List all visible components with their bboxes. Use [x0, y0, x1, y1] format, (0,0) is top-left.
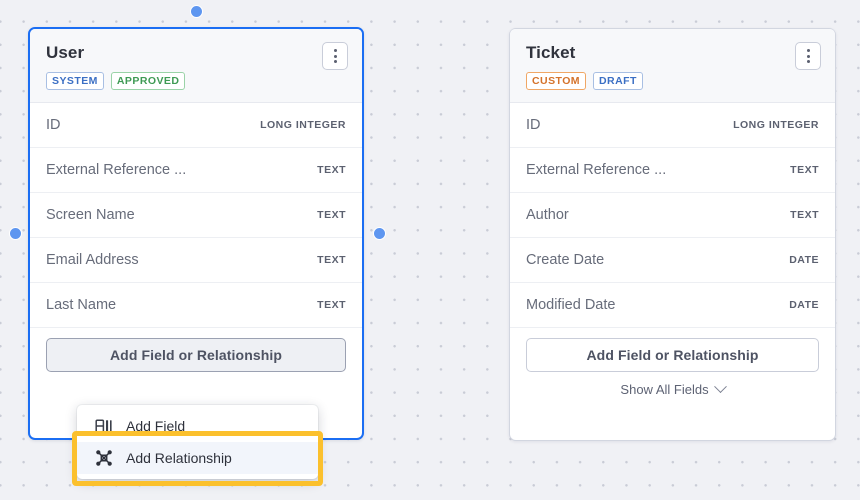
- status-badge-system: SYSTEM: [46, 72, 104, 90]
- field-type: TEXT: [317, 254, 346, 266]
- field-row[interactable]: Screen Name TEXT: [30, 193, 362, 238]
- field-type: TEXT: [317, 209, 346, 221]
- field-name: Screen Name: [46, 206, 135, 223]
- field-type: LONG INTEGER: [260, 119, 346, 131]
- field-row[interactable]: Email Address TEXT: [30, 238, 362, 283]
- field-row[interactable]: Author TEXT: [510, 193, 835, 238]
- field-type: TEXT: [790, 209, 819, 221]
- card-footer-ticket: Add Field or Relationship Show All Field…: [510, 328, 835, 397]
- field-type: DATE: [789, 299, 819, 311]
- card-header-ticket: Ticket CUSTOM DRAFT: [510, 29, 835, 103]
- kebab-dot-icon: [806, 60, 810, 63]
- kebab-menu-button-ticket[interactable]: [795, 42, 821, 70]
- show-all-fields-label: Show All Fields: [620, 382, 709, 397]
- kebab-dot-icon: [333, 60, 337, 63]
- menu-item-label: Add Field: [126, 418, 186, 434]
- connection-handle-top[interactable]: [190, 5, 203, 18]
- page-title: User: [46, 43, 85, 62]
- status-badge-draft: DRAFT: [593, 72, 643, 90]
- table-column-icon: [95, 419, 112, 433]
- status-badge-approved: APPROVED: [110, 72, 186, 90]
- field-type: DATE: [789, 254, 819, 266]
- card-footer-user: Add Field or Relationship: [30, 328, 362, 372]
- field-row[interactable]: External Reference ... TEXT: [30, 148, 362, 193]
- field-row[interactable]: Last Name TEXT: [30, 283, 362, 328]
- field-row[interactable]: External Reference ... TEXT: [510, 148, 835, 193]
- field-name: Modified Date: [526, 296, 616, 313]
- add-field-or-relationship-button-user[interactable]: Add Field or Relationship: [46, 338, 346, 372]
- entity-card-ticket[interactable]: Ticket CUSTOM DRAFT ID LONG INTEGER Exte…: [509, 28, 836, 441]
- kebab-menu-button-user[interactable]: [322, 42, 348, 70]
- field-type: TEXT: [317, 299, 346, 311]
- field-row[interactable]: ID LONG INTEGER: [30, 103, 362, 148]
- badge-group-ticket: CUSTOM DRAFT: [526, 72, 819, 90]
- kebab-dot-icon: [806, 49, 810, 52]
- status-badge-custom: CUSTOM: [526, 72, 587, 90]
- field-list-ticket: ID LONG INTEGER External Reference ... T…: [510, 103, 835, 328]
- node-graph-icon: [96, 450, 112, 466]
- field-type: LONG INTEGER: [733, 119, 819, 131]
- field-name: External Reference ...: [526, 161, 667, 178]
- field-row[interactable]: Create Date DATE: [510, 238, 835, 283]
- menu-item-add-field[interactable]: Add Field: [77, 410, 318, 442]
- field-list-user: ID LONG INTEGER External Reference ... T…: [30, 103, 362, 328]
- field-name: ID: [526, 116, 541, 133]
- field-name: ID: [46, 116, 61, 133]
- kebab-dot-icon: [333, 54, 337, 58]
- kebab-dot-icon: [806, 54, 810, 58]
- badge-group-user: SYSTEM APPROVED: [46, 72, 346, 90]
- field-type: TEXT: [317, 164, 346, 176]
- field-row[interactable]: Modified Date DATE: [510, 283, 835, 328]
- field-name: Email Address: [46, 251, 139, 268]
- connection-handle-left[interactable]: [9, 227, 22, 240]
- menu-item-add-relationship[interactable]: Add Relationship: [77, 442, 318, 474]
- field-name: Last Name: [46, 296, 117, 313]
- entity-relationship-canvas[interactable]: User SYSTEM APPROVED ID LONG INTEGER Ext…: [0, 0, 860, 500]
- connection-handle-right[interactable]: [373, 227, 386, 240]
- chevron-down-icon: [713, 380, 727, 394]
- field-name: External Reference ...: [46, 161, 187, 178]
- menu-item-label: Add Relationship: [126, 450, 232, 466]
- kebab-dot-icon: [333, 49, 337, 52]
- add-field-or-relationship-button-ticket[interactable]: Add Field or Relationship: [526, 338, 819, 372]
- field-row[interactable]: ID LONG INTEGER: [510, 103, 835, 148]
- field-type: TEXT: [790, 164, 819, 176]
- card-header-user: User SYSTEM APPROVED: [30, 29, 362, 103]
- show-all-fields-toggle[interactable]: Show All Fields: [526, 380, 819, 397]
- page-title: Ticket: [526, 43, 576, 62]
- field-name: Author: [526, 206, 569, 223]
- field-name: Create Date: [526, 251, 605, 268]
- add-field-dropdown-menu[interactable]: Add Field Add Relationship: [77, 405, 318, 479]
- entity-card-user[interactable]: User SYSTEM APPROVED ID LONG INTEGER Ext…: [28, 27, 364, 440]
